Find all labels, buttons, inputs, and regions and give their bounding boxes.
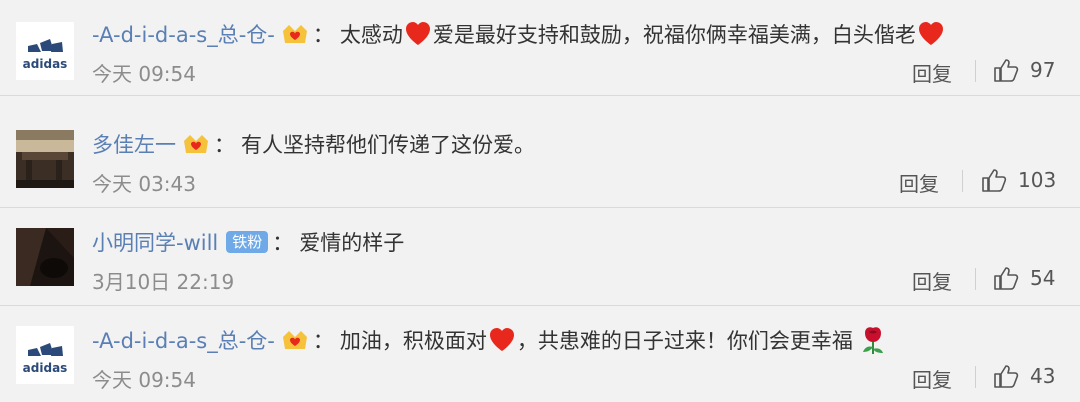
like-count: 103 [1018,168,1057,192]
like-count: 43 [1030,364,1056,388]
like-icon[interactable] [981,167,1007,193]
heart-icon [489,328,514,351]
avatar[interactable]: adidas [16,22,74,80]
reply-button[interactable]: 回复 [912,364,952,393]
adidas-logo-icon: adidas [16,326,74,384]
photo-dark-icon [16,228,74,286]
comment-item: adidas -A-d-i-d-a-s_总-仓- ： 加油，积极面对 ，共患难的… [0,306,1080,402]
divider [975,268,976,290]
crown-icon [184,135,208,153]
like-icon[interactable] [993,363,1019,389]
username[interactable]: -A-d-i-d-a-s_总-仓- [92,325,275,355]
username[interactable]: 多佳左一 [92,129,176,159]
rose-icon [862,327,883,354]
divider [975,60,976,82]
comment-text: 爱是最好支持和鼓励，祝福你俩幸福美满，白头偕老 [432,23,916,47]
reply-button[interactable]: 回复 [912,58,952,87]
colon: ： [272,231,294,255]
colon: ： [214,133,235,157]
comment-text: 爱情的样子 [299,231,405,255]
reply-button[interactable]: 回复 [912,266,952,295]
divider [975,366,976,388]
avatar[interactable] [16,228,74,286]
like-icon[interactable] [993,57,1019,83]
logo-text: adidas [23,57,68,71]
timestamp: 今天 09:54 [92,368,196,392]
colon: ： [312,329,334,353]
username[interactable]: 小明同学-will [92,227,218,257]
divider [962,170,963,192]
comment-item: 小明同学-will 铁粉 ： 爱情的样子 3月10日 22:19 回复 54 [0,208,1080,306]
fan-badge: 铁粉 [226,231,269,253]
heart-icon [405,22,430,45]
heart-icon [918,22,943,45]
crown-icon [282,331,307,349]
avatar[interactable]: adidas [16,326,74,384]
comment-text: 太感动 [339,23,403,47]
like-count: 54 [1030,266,1056,290]
reply-button[interactable]: 回复 [899,168,939,197]
adidas-logo-icon: adidas [16,22,74,80]
timestamp: 3月10日 22:19 [92,270,235,294]
colon: ： [312,23,334,47]
avatar[interactable] [16,130,74,188]
like-icon[interactable] [993,265,1019,291]
comment-item: adidas -A-d-i-d-a-s_总-仓- ： 太感动 爱是最好支持和鼓励… [0,0,1080,96]
comment-text: 加油，积极面对 [339,329,487,353]
comment-text: 有人坚持帮他们传递了这份爱。 [241,133,535,157]
logo-text: adidas [23,361,68,375]
crown-icon [282,25,307,43]
timestamp: 今天 09:54 [92,62,196,86]
timestamp: 今天 03:43 [92,172,196,196]
comment-item: 多佳左一 ： 有人坚持帮他们传递了这份爱。 今天 03:43 回复 103 [0,110,1080,208]
comment-text: ，共患难的日子过来！你们会更幸福 [516,329,853,353]
photo-room-icon [16,130,74,188]
username[interactable]: -A-d-i-d-a-s_总-仓- [92,19,275,49]
like-count: 97 [1030,58,1056,82]
